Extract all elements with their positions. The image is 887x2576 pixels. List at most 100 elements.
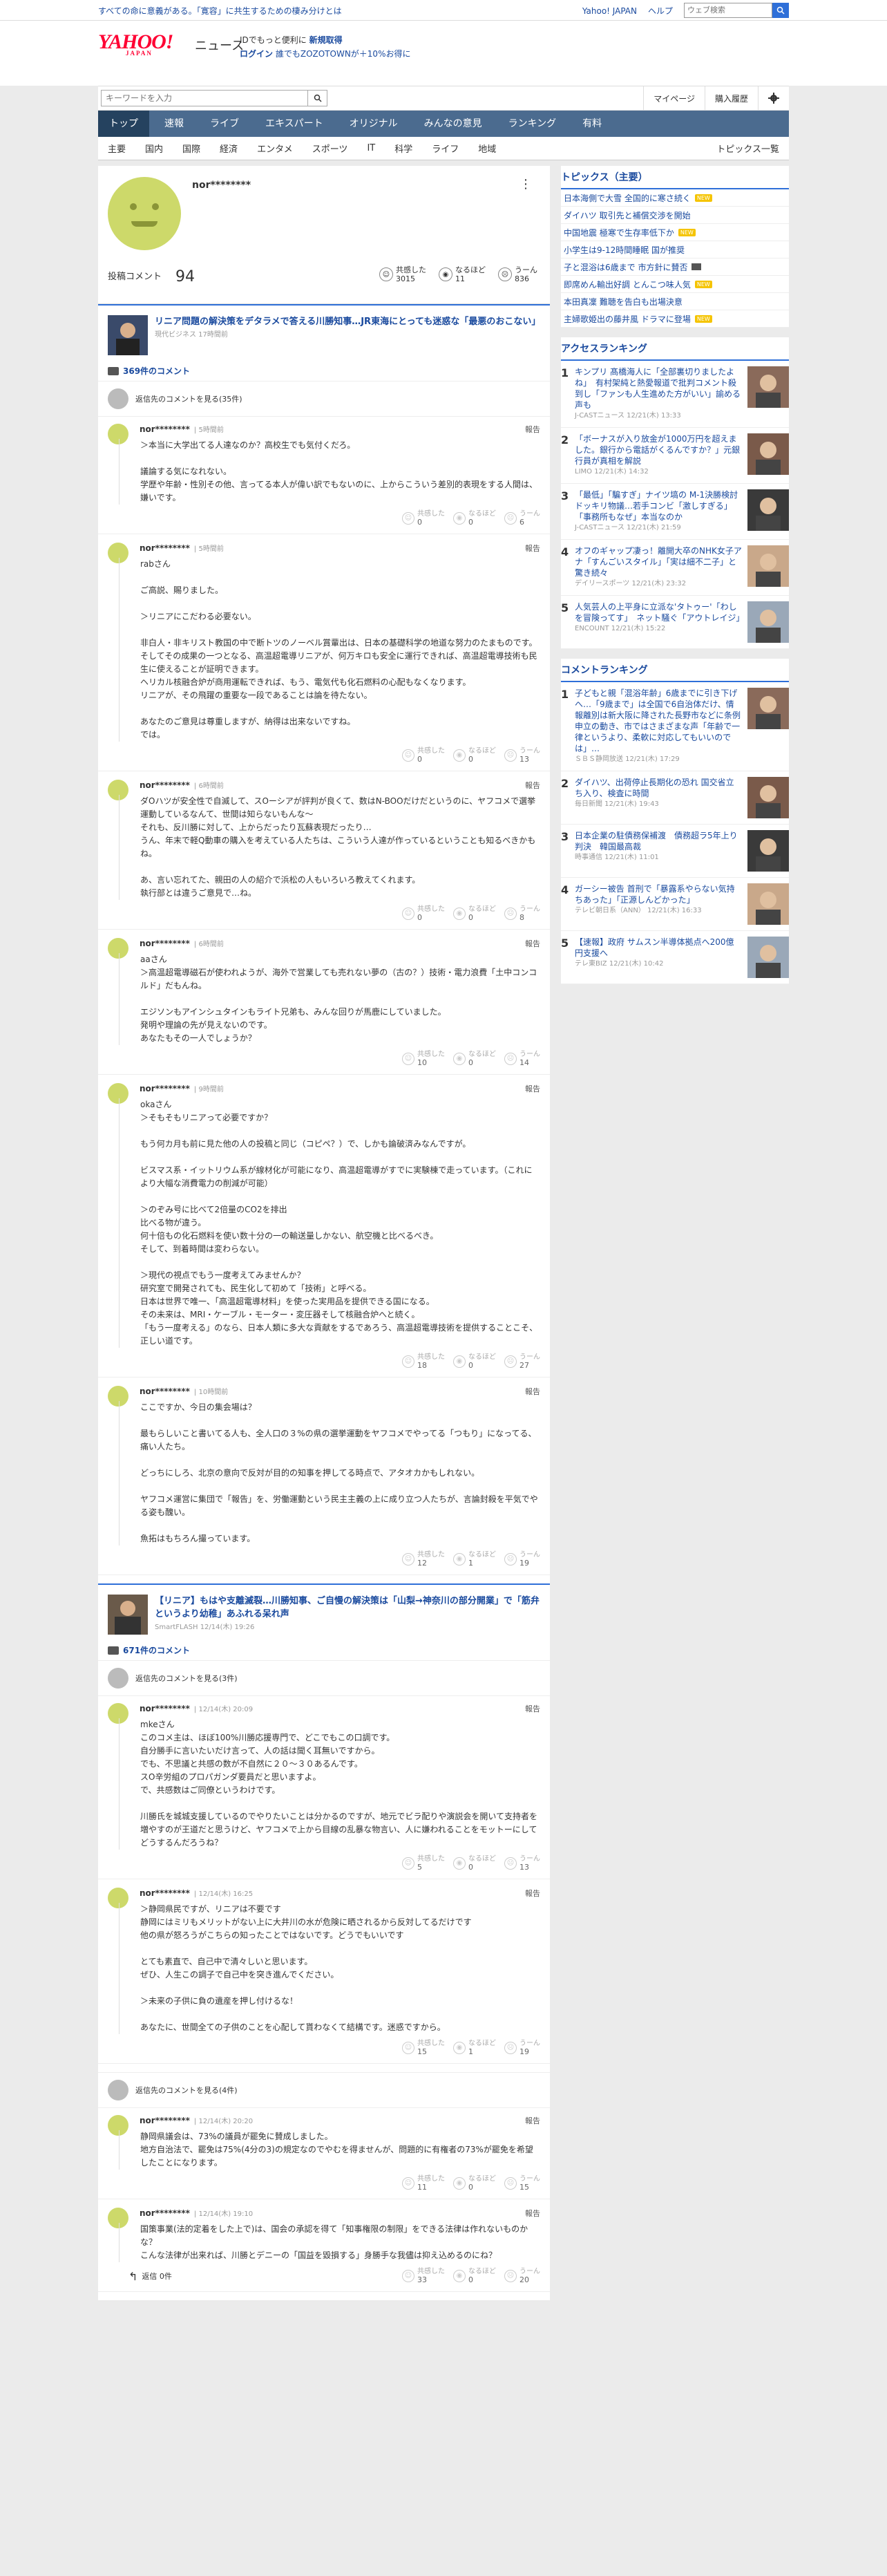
access-rank-item[interactable]: 5 人気芸人の上平身に立派な'タトゥー'「わしを冒険ってす」 ネット騒ぐ「アウトレ… bbox=[561, 596, 789, 649]
gnav-paid[interactable]: 有料 bbox=[571, 111, 613, 137]
hmm-vote-button[interactable]: ☹ うーん 19 bbox=[504, 2040, 540, 2056]
zozo-promo[interactable]: 誰でもZOZOTOWNが＋10%お得に bbox=[276, 49, 411, 59]
gnav-flash[interactable]: 速報 bbox=[153, 111, 195, 137]
article-link-2[interactable]: 【リニア】もはや支離滅裂…川勝知事、ご自慢の解決策は「山梨→神奈川の部分開業」で… bbox=[98, 1583, 550, 1640]
insight-vote-button[interactable]: ◉ なるほど 0 bbox=[453, 510, 496, 527]
rank-title[interactable]: 人気芸人の上平身に立派な'タトゥー'「わしを冒険ってす」 ネット騒ぐ「アウトレイ… bbox=[575, 602, 744, 623]
access-rank-item[interactable]: 3 「最低」「騙すぎ」ナイツ塙の M-1決勝検討ドッキリ物議…若手コンビ「激しすぎ… bbox=[561, 484, 789, 540]
empathy-vote-button[interactable]: ☺ 共感した 33 bbox=[402, 2268, 445, 2284]
report-link[interactable]: 報告 bbox=[525, 938, 540, 949]
insight-vote-button[interactable]: ◉ なるほど 0 bbox=[453, 1855, 496, 1872]
cat-world[interactable]: 国際 bbox=[173, 142, 210, 155]
hmm-vote-button[interactable]: ☹ うーん 27 bbox=[504, 1353, 540, 1370]
report-link[interactable]: 報告 bbox=[525, 2208, 540, 2219]
more-icon[interactable]: ⋮ bbox=[519, 177, 532, 191]
empathy-vote-button[interactable]: ☺ 共感した 0 bbox=[402, 510, 445, 527]
topic-item[interactable]: 中国地震 極寒で生存率低下か NEW bbox=[561, 224, 789, 241]
cat-main[interactable]: 主要 bbox=[98, 142, 135, 155]
article-title[interactable]: 【リニア】もはや支離滅裂…川勝知事、ご自慢の解決策は「山梨→神奈川の部分開業」で… bbox=[155, 1596, 540, 1619]
comment-author[interactable]: nor******** | 12/14(木) 19:10 bbox=[140, 2208, 540, 2219]
hmm-vote-button[interactable]: ☹ うーん 13 bbox=[504, 747, 540, 764]
rank-title[interactable]: 日本企業の駐債務保補渡 債務超ラ5年上り判決 韓国最高裁 bbox=[575, 831, 738, 852]
access-rank-item[interactable]: 1 キンプリ 髙橋海人に「全部裏切りましたよね」 有村架純と熱愛報道で批判コメント… bbox=[561, 361, 789, 428]
gnav-original[interactable]: オリジナル bbox=[338, 111, 409, 137]
insight-vote-button[interactable]: ◉ なるほど 0 bbox=[453, 1051, 496, 1067]
rank-title[interactable]: オフのギャップ凄っ！離開大卒のNHK女子アナ「すんごいスタイル」「実は細不二子」… bbox=[575, 546, 742, 578]
hmm-vote-button[interactable]: ☹ うーん 20 bbox=[504, 2268, 540, 2284]
insight-vote-button[interactable]: ◉ なるほど 0 bbox=[453, 905, 496, 922]
access-rank-item[interactable]: 4 オフのギャップ凄っ！離開大卒のNHK女子アナ「すんごいスタイル」「実は細不二子… bbox=[561, 540, 789, 596]
cat-it[interactable]: IT bbox=[357, 143, 385, 153]
comment-author[interactable]: nor******** | 9時間前 bbox=[140, 1083, 540, 1094]
report-link[interactable]: 報告 bbox=[525, 1083, 540, 1094]
access-rank-item[interactable]: 2 「ボーナスが入り放金が1000万円を超えました。銀行から電話がくるんですか？」… bbox=[561, 428, 789, 484]
rank-title[interactable]: ガーシー被告 首刑で「暴露系やらない気持ちあった」「正源しんどかった」 bbox=[575, 884, 735, 905]
comment-author[interactable]: nor******** | 12/14(木) 16:25 bbox=[140, 1888, 540, 1899]
insight-vote-button[interactable]: ◉ なるほど 0 bbox=[453, 2175, 496, 2192]
report-link[interactable]: 報告 bbox=[525, 424, 540, 435]
rank-title[interactable]: 【速報】政府 サムスン半導体拠点へ200億円支援へ bbox=[575, 937, 734, 958]
cat-entertainment[interactable]: エンタメ bbox=[247, 142, 303, 155]
comment-count[interactable]: 369件のコメント bbox=[98, 361, 550, 381]
rank-title[interactable]: ダイハツ、出荷停止長期化の恐れ 国交省立ち入り、検査に時間 bbox=[575, 778, 734, 798]
comment-author[interactable]: nor******** | 12/14(木) 20:09 bbox=[140, 1703, 540, 1714]
comment-rank-item[interactable]: 5 【速報】政府 サムスン半導体拠点へ200億円支援へ テレ東BIZ 12/21(木… bbox=[561, 931, 789, 984]
empathy-vote-button[interactable]: ☺ 共感した 0 bbox=[402, 905, 445, 922]
rank-title[interactable]: 「最低」「騙すぎ」ナイツ塙の M-1決勝検討ドッキリ物議…若手コンビ「激しすぎる… bbox=[575, 490, 738, 522]
reply-button[interactable]: ↰ 返信 0件 bbox=[128, 2268, 394, 2284]
hmm-vote-button[interactable]: ☹ うーん 14 bbox=[504, 1051, 540, 1067]
search-icon[interactable] bbox=[308, 90, 327, 106]
article-title[interactable]: リニア問題の解決策をデタラメで答える川勝知事…JR東海にとっても迷惑な「最悪のお… bbox=[155, 317, 540, 327]
empathy-vote-button[interactable]: ☺ 共感した 11 bbox=[402, 2175, 445, 2192]
register-link[interactable]: 新規取得 bbox=[309, 35, 343, 45]
topic-item[interactable]: 本田真凜 難聴を告白も出場決意 bbox=[561, 293, 789, 310]
comment-author[interactable]: nor******** | 5時間前 bbox=[140, 543, 540, 554]
topics-list-link[interactable]: トピックス一覧 bbox=[707, 142, 789, 155]
empathy-vote-button[interactable]: ☺ 共感した 5 bbox=[402, 1855, 445, 1872]
comment-rank-item[interactable]: 2 ダイハツ、出荷停止長期化の恐れ 国交省立ち入り、検査に時間 毎日新聞 12/21… bbox=[561, 771, 789, 825]
comment-author[interactable]: nor******** | 5時間前 bbox=[140, 424, 540, 435]
article-link-1[interactable]: リニア問題の解決策をデタラメで答える川勝知事…JR東海にとっても迷惑な「最悪のお… bbox=[98, 304, 550, 361]
gnav-live[interactable]: ライブ bbox=[199, 111, 250, 137]
topic-item[interactable]: ダイハツ 取引先と補償交渉を開始 bbox=[561, 207, 789, 224]
topic-item[interactable]: 子と混浴は6歳まで 市方針に賛否 bbox=[561, 258, 789, 276]
gear-icon[interactable] bbox=[758, 86, 789, 111]
top-banner-link[interactable]: すべての命に意義がある。「寛容」に共生するための棲み分けとは bbox=[98, 5, 582, 17]
empathy-vote-button[interactable]: ☺ 共感した 12 bbox=[402, 1551, 445, 1568]
purchase-history-link[interactable]: 購入履歴 bbox=[704, 86, 758, 111]
gnav-opinion[interactable]: みんなの意見 bbox=[413, 111, 493, 137]
report-link[interactable]: 報告 bbox=[525, 1703, 540, 1714]
comment-author[interactable]: nor******** | 6時間前 bbox=[140, 780, 540, 791]
cat-local[interactable]: 地域 bbox=[468, 142, 506, 155]
report-link[interactable]: 報告 bbox=[525, 1386, 540, 1397]
cat-science[interactable]: 科学 bbox=[385, 142, 422, 155]
insight-vote-button[interactable]: ◉ なるほど 1 bbox=[453, 2040, 496, 2056]
help-link[interactable]: ヘルプ bbox=[648, 6, 673, 16]
empathy-vote-button[interactable]: ☺ 共感した 10 bbox=[402, 1051, 445, 1067]
comment-author[interactable]: nor******** | 10時間前 bbox=[140, 1386, 540, 1397]
mypage-link[interactable]: マイページ bbox=[643, 86, 705, 111]
rank-title[interactable]: キンプリ 髙橋海人に「全部裏切りましたよね」 有村架純と熱愛報道で批判コメント殺… bbox=[575, 367, 741, 410]
comment-author[interactable]: nor******** | 12/14(木) 20:20 bbox=[140, 2115, 540, 2126]
topic-item[interactable]: 主婦歌姫出の藤井風 ドラマに登場 NEW bbox=[561, 310, 789, 328]
hmm-vote-button[interactable]: ☹ うーん 8 bbox=[504, 905, 540, 922]
report-link[interactable]: 報告 bbox=[525, 543, 540, 554]
gnav-expert[interactable]: エキスパート bbox=[254, 111, 334, 137]
empathy-vote-button[interactable]: ☺ 共感した 18 bbox=[402, 1353, 445, 1370]
empathy-vote-button[interactable]: ☺ 共感した 0 bbox=[402, 747, 445, 764]
yahoo-japan-link[interactable]: Yahoo! JAPAN bbox=[582, 6, 637, 16]
yahoo-logo[interactable]: YAHOO! JAPAN bbox=[98, 30, 173, 57]
gnav-top[interactable]: トップ bbox=[98, 111, 149, 137]
rank-title[interactable]: 子どもと親「混浴年齢」6歳までに引き下げへ…「9歳まで」は全国で6自治体だけ、情… bbox=[575, 688, 741, 753]
rank-title[interactable]: 「ボーナスが入り放金が1000万円を超えました。銀行から電話がくるんですか？」元… bbox=[575, 434, 740, 466]
comment-rank-item[interactable]: 3 日本企業の駐債務保補渡 債務超ラ5年上り判決 韓国最高裁 時事通信 12/21(… bbox=[561, 825, 789, 878]
cat-sports[interactable]: スポーツ bbox=[303, 142, 358, 155]
report-link[interactable]: 報告 bbox=[525, 780, 540, 791]
web-search-input[interactable] bbox=[684, 3, 772, 18]
insight-vote-button[interactable]: ◉ なるほど 0 bbox=[453, 747, 496, 764]
comment-count[interactable]: 671件のコメント bbox=[98, 1640, 550, 1660]
gnav-ranking[interactable]: ランキング bbox=[497, 111, 568, 137]
view-parent-comment[interactable]: 返信先のコメントを見る(4件) bbox=[98, 2072, 550, 2108]
empathy-vote-button[interactable]: ☺ 共感した 15 bbox=[402, 2040, 445, 2056]
insight-vote-button[interactable]: ◉ なるほど 0 bbox=[453, 2268, 496, 2284]
